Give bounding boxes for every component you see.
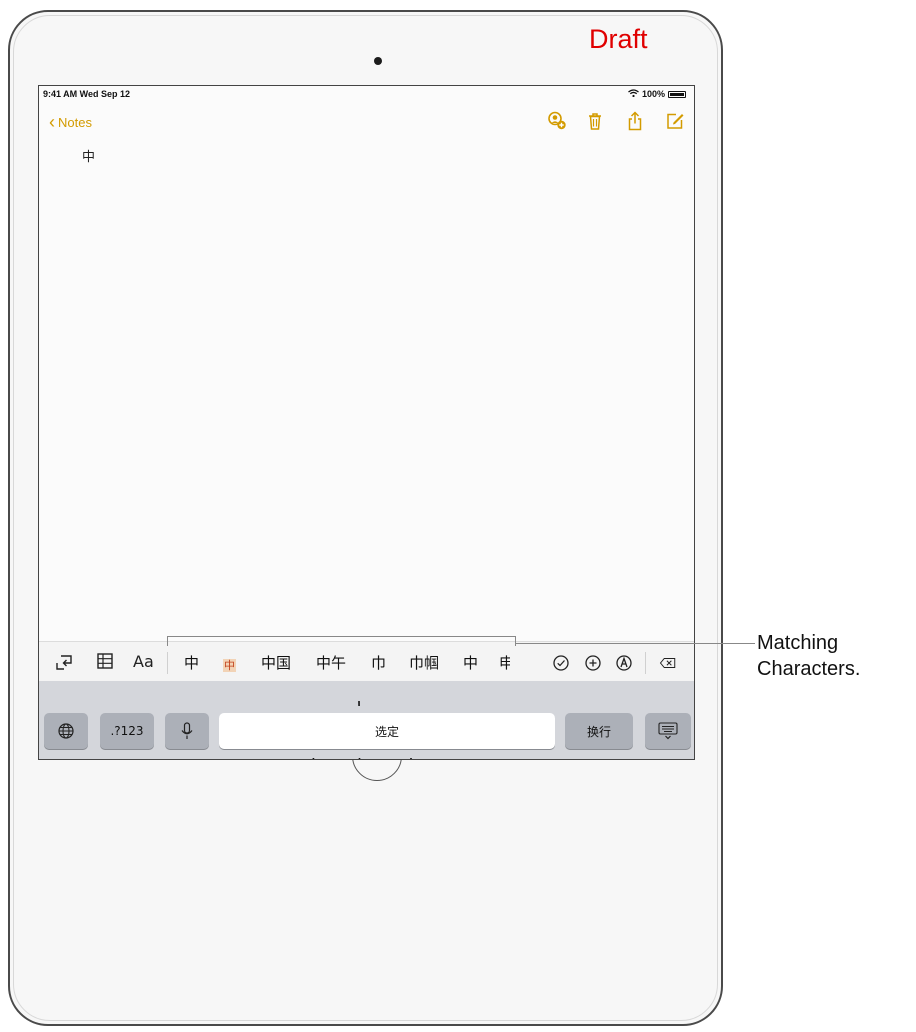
space-key[interactable]: 选定 [219, 713, 555, 749]
status-indicators: 100% [628, 89, 686, 99]
candidate-1[interactable]: 中 [184, 653, 199, 673]
dismiss-keyboard-key[interactable] [645, 713, 691, 749]
chevron-left-icon: ‹ [49, 112, 55, 132]
format-text-button[interactable]: Aa [133, 652, 154, 672]
callout-label-line1: Matching [757, 632, 839, 654]
status-bar: 9:41 AM Wed Sep 12 100% [39, 86, 694, 102]
callout-label-line2: Characters. [757, 658, 861, 680]
globe-icon [58, 723, 74, 739]
table-icon[interactable] [96, 652, 114, 675]
markup-icon[interactable] [615, 654, 633, 672]
undo-icon[interactable] [54, 652, 74, 677]
keyboard-bottom-row: .?123 选定 换行 [39, 706, 694, 758]
share-icon[interactable] [622, 108, 648, 134]
back-label: Notes [58, 114, 92, 130]
keyboard-dismiss-icon [658, 722, 678, 740]
candidate-3[interactable]: 中国 [261, 653, 291, 673]
callout-label: Matching Characters. [757, 630, 860, 682]
return-key[interactable]: 换行 [565, 713, 633, 749]
note-content[interactable]: 中 [82, 146, 95, 165]
toolbar-divider-right [645, 652, 646, 674]
compose-icon[interactable] [662, 108, 688, 134]
candidate-8[interactable]: 申 [499, 653, 510, 673]
camera [374, 57, 382, 65]
candidate-7[interactable]: 中 [463, 653, 478, 673]
delete-icon[interactable] [659, 654, 683, 672]
ipad-screen: 9:41 AM Wed Sep 12 100% ‹ Notes 中 Aa 中 中… [38, 85, 695, 760]
status-time: 9:41 AM Wed Sep 12 [43, 89, 131, 99]
candidate-5[interactable]: 巾 [371, 653, 386, 673]
numbers-key[interactable]: .?123 [100, 713, 154, 749]
add-person-icon[interactable] [544, 108, 570, 134]
callout-bracket [167, 636, 516, 646]
globe-key[interactable] [44, 713, 88, 749]
battery-percent: 100% [641, 89, 665, 99]
battery-icon [668, 90, 686, 98]
checklist-icon[interactable] [552, 654, 570, 672]
candidate-2-image[interactable]: 中 [223, 654, 236, 676]
keyboard-toolbar: Aa 中 中 中国 中午 巾 巾帼 中 申 [39, 641, 694, 681]
microphone-icon [181, 722, 193, 739]
callout-line [515, 643, 755, 644]
back-button[interactable]: ‹ Notes [49, 113, 92, 131]
dictation-key[interactable] [165, 713, 209, 749]
toolbar-divider [167, 652, 168, 674]
draft-watermark: Draft [589, 24, 648, 54]
candidate-6[interactable]: 巾帼 [409, 653, 439, 673]
trash-icon[interactable] [582, 108, 608, 134]
insert-icon[interactable] [584, 654, 602, 672]
wifi-icon [628, 89, 639, 99]
candidate-4[interactable]: 中午 [316, 653, 346, 673]
